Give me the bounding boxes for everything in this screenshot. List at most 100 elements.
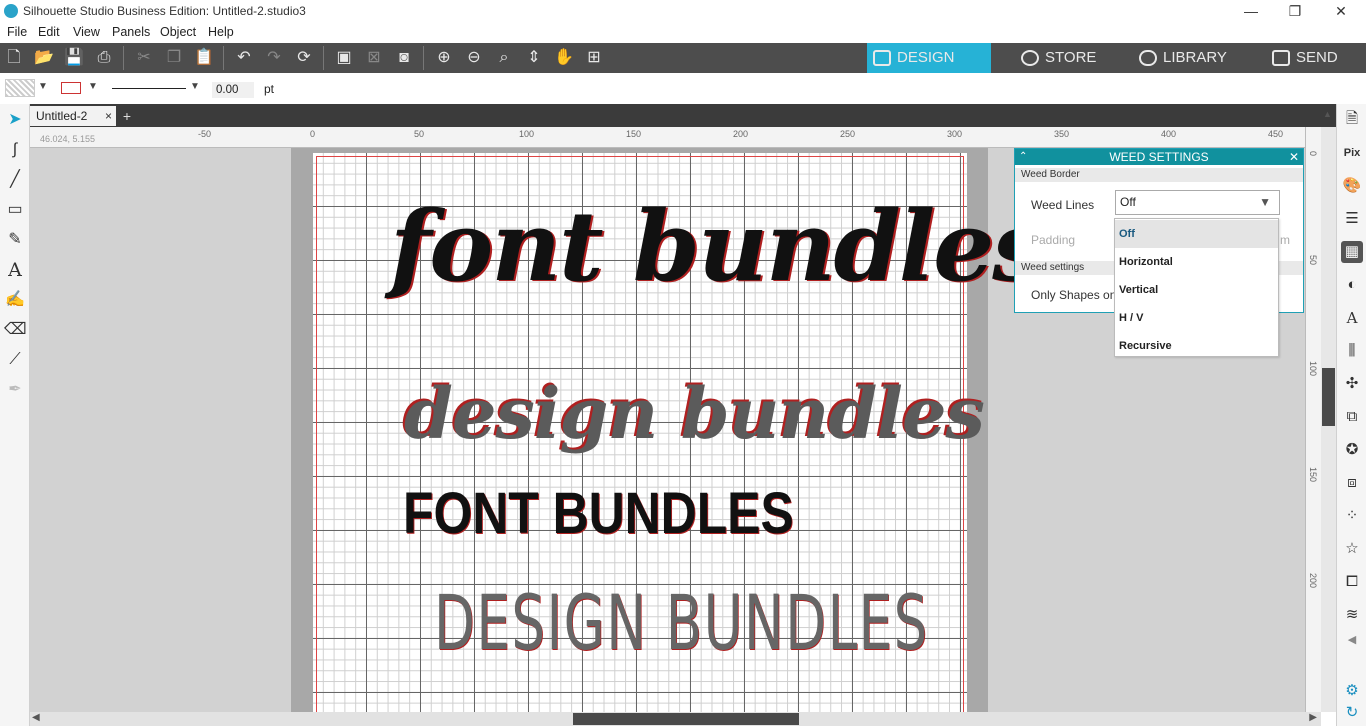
zoom-out-icon[interactable]: ⊖ (463, 48, 485, 68)
option-vertical[interactable]: Vertical (1115, 276, 1278, 304)
add-tab-button[interactable]: + (118, 106, 136, 126)
compound-path-icon[interactable]: ◙ (393, 48, 415, 68)
menu-file[interactable]: File (7, 25, 27, 39)
select-arrow-icon[interactable]: ➤ (4, 109, 26, 131)
sketch-effects-icon[interactable]: ≋ (1341, 604, 1363, 626)
line-style-icon[interactable]: ☰ (1341, 208, 1363, 230)
document-tab[interactable]: Untitled-2 × (30, 106, 116, 126)
scroll-left-icon[interactable]: ◀ (32, 712, 40, 723)
layers-icon[interactable]: ⧠ (1341, 571, 1363, 593)
menu-help[interactable]: Help (208, 25, 234, 39)
line-color-dropdown-icon[interactable]: ▼ (88, 81, 98, 92)
open-folder-icon[interactable]: 📂 (33, 48, 55, 68)
save-icon[interactable]: 💾 (63, 48, 85, 68)
ruler-tick: 250 (840, 129, 856, 139)
sketch-tool-icon[interactable]: ✍ (4, 289, 26, 311)
line-style-preview[interactable] (112, 88, 186, 89)
tab-send-label: SEND (1296, 49, 1338, 66)
page-setup-icon[interactable]: 🗎 (1341, 108, 1363, 130)
fill-color-palette-icon[interactable]: 🎨 (1341, 175, 1363, 197)
offset-icon[interactable]: ⧈ (1341, 472, 1363, 494)
ruler-tick: 400 (1161, 129, 1177, 139)
horizontal-scroll-thumb[interactable] (573, 713, 799, 725)
tab-design[interactable]: DESIGN (867, 43, 991, 73)
undo-icon[interactable]: ↶ (233, 48, 255, 68)
design-text-design-bundles-script[interactable]: design bundles (404, 372, 985, 455)
pixscan-icon[interactable]: Pix (1341, 142, 1363, 164)
knife-tool-icon[interactable]: ⟋ (4, 349, 26, 371)
group-icon[interactable]: ▣ (333, 48, 355, 68)
zoom-select-icon[interactable]: ⌕ (493, 48, 515, 68)
zoom-in-icon[interactable]: ⊕ (433, 48, 455, 68)
weed-lines-select[interactable]: Off ▼ (1115, 190, 1280, 215)
restore-button[interactable]: ❐ (1272, 0, 1318, 24)
trace-icon[interactable]: ⁘ (1341, 505, 1363, 527)
line-color-swatch[interactable] (61, 82, 81, 94)
text-style-icon[interactable]: A (1341, 307, 1363, 329)
text-tool-icon[interactable]: A (4, 259, 26, 281)
redo-icon[interactable]: ↷ (263, 48, 285, 68)
cut-icon[interactable]: ✂ (133, 48, 155, 68)
transform-icon[interactable]: ✣ (1341, 373, 1363, 395)
ruler-tick: 300 (947, 129, 963, 139)
scroll-up-icon[interactable]: ▲ (1323, 109, 1332, 119)
collapse-chevron-icon[interactable]: ⌃ (1019, 149, 1027, 165)
copy-icon[interactable]: ❐ (163, 48, 185, 68)
new-document-icon[interactable]: 🗋 (3, 48, 25, 68)
ruler-tick: 0 (1308, 151, 1318, 157)
close-tab-icon[interactable]: × (105, 106, 112, 126)
fill-dropdown-arrow-icon[interactable]: ▼ (38, 81, 48, 92)
align-icon[interactable]: ⫼ (1341, 340, 1363, 362)
modify-star-icon[interactable]: ✪ (1341, 439, 1363, 461)
close-window-button[interactable]: ✕ (1318, 0, 1364, 24)
option-recursive[interactable]: Recursive (1115, 332, 1278, 360)
left-toolbar: ➤ ∫ ╱ ▭ ✎ A ✍ ⌫ ⟋ ✒ (0, 104, 30, 726)
option-horizontal[interactable]: Horizontal (1115, 248, 1278, 276)
ruler-tick: 200 (733, 129, 749, 139)
pencil-tool-icon[interactable]: ✎ (4, 229, 26, 251)
library-star-icon[interactable]: ☆ (1341, 538, 1363, 560)
replicate-icon[interactable]: ⧉ (1341, 406, 1363, 428)
menu-view[interactable]: View (73, 25, 100, 39)
weed-settings-title: WEED SETTINGS (1109, 150, 1209, 164)
line-width-input[interactable]: 0.00 (212, 82, 254, 98)
eraser-tool-icon[interactable]: ⌫ (4, 319, 27, 341)
vertical-scroll-thumb[interactable] (1322, 368, 1335, 426)
paste-icon[interactable]: 📋 (193, 48, 215, 68)
move-icon[interactable]: ⇕ (523, 48, 545, 68)
print-icon[interactable]: ⎙ (93, 48, 115, 68)
redraw-icon[interactable]: ⟳ (293, 48, 315, 68)
menu-panels[interactable]: Panels (112, 25, 150, 39)
tab-send[interactable]: SEND (1266, 43, 1366, 73)
point-edit-icon[interactable]: ∫ (4, 139, 26, 161)
eyedropper-tool-icon[interactable]: ✒ (4, 379, 26, 401)
menu-object[interactable]: Object (160, 25, 196, 39)
close-panel-icon[interactable]: ✕ (1289, 149, 1299, 165)
line-style-dropdown-icon[interactable]: ▼ (190, 81, 200, 92)
tab-store[interactable]: STORE (1015, 43, 1119, 73)
minimize-button[interactable]: — (1228, 0, 1274, 24)
ruler-tick: 150 (1308, 467, 1318, 483)
design-text-design-bundles-caps[interactable]: DESIGN BUNDLES (434, 578, 929, 667)
refresh-icon[interactable]: ↻ (1341, 702, 1363, 724)
weed-settings-header: ⌃ WEED SETTINGS ✕ (1015, 149, 1303, 165)
option-h-v[interactable]: H / V (1115, 304, 1278, 332)
rectangle-tool-icon[interactable]: ▭ (4, 199, 26, 221)
tab-library[interactable]: LIBRARY (1133, 43, 1253, 73)
pan-hand-icon[interactable]: ✋ (553, 48, 575, 68)
collapse-arrow-icon[interactable]: ◀ (1341, 629, 1363, 651)
fit-page-icon[interactable]: ⊞ (583, 48, 605, 68)
scroll-right-icon[interactable]: ▶ (1309, 712, 1317, 723)
option-off[interactable]: Off (1115, 220, 1278, 248)
chevron-down-icon[interactable]: ▼ (1259, 191, 1271, 214)
fill-pattern-swatch[interactable] (5, 79, 35, 97)
ungroup-icon[interactable]: ⊠ (363, 48, 385, 68)
design-text-font-bundles-caps[interactable]: FONT BUNDLES (403, 480, 794, 547)
menu-edit[interactable]: Edit (38, 25, 60, 39)
design-text-font-bundles-script[interactable]: font bundles (390, 190, 1046, 303)
weed-settings-icon[interactable]: ▦ (1341, 241, 1363, 263)
padding-unit: m (1280, 233, 1290, 247)
transparency-icon[interactable]: ◐ (1341, 274, 1363, 296)
line-tool-icon[interactable]: ╱ (4, 169, 26, 191)
settings-gear-icon[interactable]: ⚙ (1341, 680, 1363, 702)
